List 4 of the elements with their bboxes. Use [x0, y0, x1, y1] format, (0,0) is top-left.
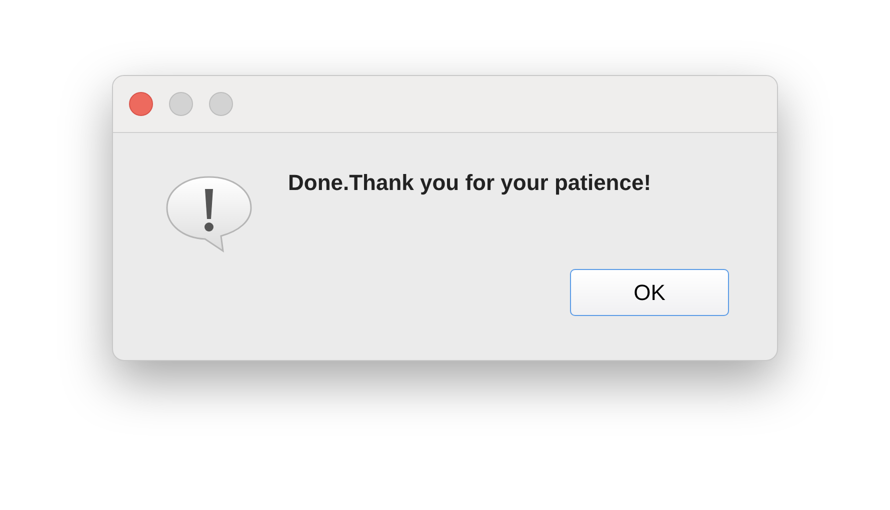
ok-button[interactable]: OK — [570, 269, 729, 316]
close-button[interactable] — [129, 92, 153, 116]
message-text: Done.Thank you for your patience! — [288, 169, 652, 197]
alert-icon — [165, 175, 253, 253]
